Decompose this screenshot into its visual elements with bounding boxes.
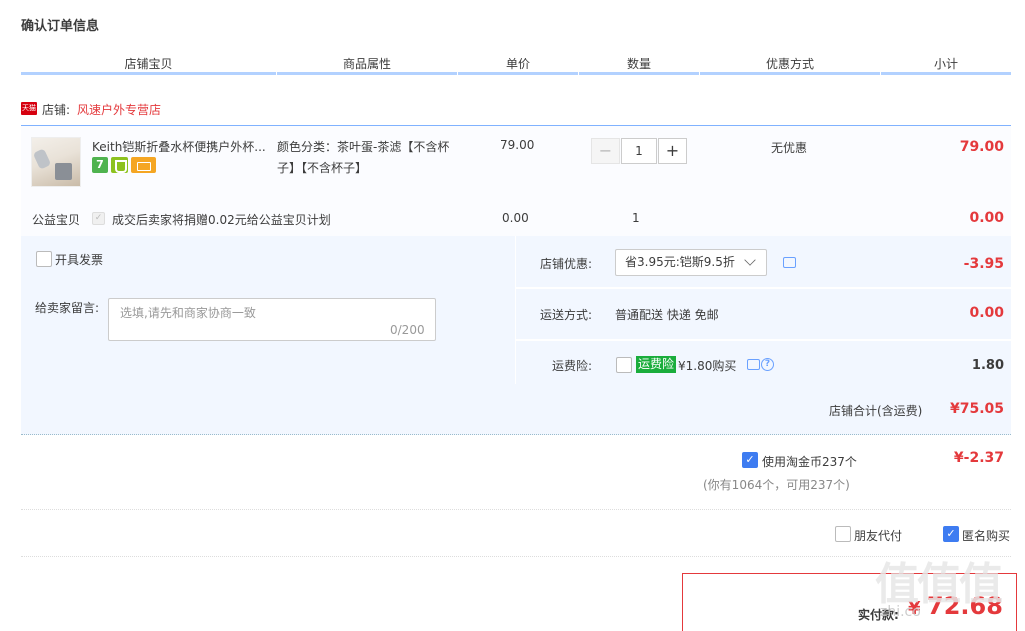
use-coins-checkbox[interactable]: ✓ — [742, 452, 758, 468]
invoice-checkbox[interactable] — [36, 251, 52, 267]
watermark-logo: 值值值 — [875, 559, 1003, 610]
insurance-label: 运费险: — [552, 359, 593, 373]
divider — [21, 556, 1011, 557]
charity-text: 成交后卖家将捐赠0.02元给公益宝贝计划 — [112, 213, 331, 227]
quantity-input[interactable]: 1 — [621, 138, 657, 164]
guarantee-shield-icon[interactable] — [111, 157, 128, 173]
column-header-discount: 优惠方式 — [765, 57, 814, 71]
insurance-amount: 1.80 — [971, 358, 1004, 373]
shop-total-label: 店铺合计(含运费) — [829, 404, 923, 418]
shop-total-amount: ¥75.05 — [949, 401, 1004, 417]
item-subtotal: 79.00 — [959, 139, 1004, 155]
use-coins-label: 使用淘金币237个 — [762, 455, 857, 469]
page-title: 确认订单信息 — [21, 19, 100, 34]
header-underline — [277, 72, 457, 75]
product-title-link[interactable]: Keith铠斯折叠水杯便携户外杯... — [92, 138, 266, 155]
help-icon[interactable]: ? — [761, 358, 774, 371]
message-label: 给卖家留言: — [35, 301, 100, 315]
invoice-label: 开具发票 — [55, 253, 104, 267]
shipping-amount: 0.00 — [969, 305, 1004, 321]
coins-availability: (你有1064个，可用237个) — [703, 478, 850, 492]
chat-bubble-icon[interactable] — [783, 257, 796, 268]
product-thumbnail-part — [55, 163, 72, 180]
header-underline — [579, 72, 699, 75]
shop-prefix-label: 店铺: — [42, 103, 71, 117]
insurance-checkbox[interactable] — [616, 357, 632, 373]
header-underline — [458, 72, 578, 75]
header-underline — [21, 72, 276, 75]
anonymous-purchase-label: 匿名购买 — [962, 529, 1011, 543]
shop-name-link[interactable]: 风速户外专营店 — [77, 101, 161, 118]
shop-discount-amount: -3.95 — [963, 256, 1004, 272]
coins-amount: ¥-2.37 — [953, 450, 1004, 466]
insurance-badge: 运费险 — [636, 356, 677, 373]
shop-discount-select[interactable]: 省3.95元:铠斯9.5折 — [615, 249, 767, 276]
column-header-unit-price: 单价 — [505, 57, 530, 71]
header-underline — [700, 72, 880, 75]
charity-subtotal: 0.00 — [969, 210, 1004, 226]
unit-price: 79.00 — [500, 138, 535, 152]
insurance-price: ¥1.80购买 — [678, 359, 737, 373]
charity-price: 0.00 — [502, 211, 529, 225]
column-header-quantity: 数量 — [626, 57, 651, 71]
shipping-label: 运送方式: — [540, 308, 593, 322]
product-attribute-line-1: 颜色分类：茶叶蛋-茶滤【不含杯 — [277, 140, 450, 154]
seller-message-placeholder: 选填,请先和商家协商一致 — [120, 306, 256, 320]
charity-quantity: 1 — [632, 211, 640, 225]
charity-checkbox: ✓ — [92, 212, 105, 225]
discount-method: 无优惠 — [771, 141, 808, 155]
seven-day-return-icon[interactable]: 7 — [92, 157, 108, 173]
shipping-method: 普通配送 快递 免邮 — [615, 308, 719, 322]
watermark-url: zhi.co — [880, 604, 921, 620]
header-underline — [881, 72, 1011, 75]
divider — [21, 509, 1011, 510]
message-char-count: 0/200 — [390, 323, 425, 337]
quantity-decrease-button[interactable]: − — [591, 138, 620, 164]
anonymous-purchase-checkbox[interactable]: ✓ — [943, 526, 959, 542]
friend-pay-label: 朋友代付 — [854, 529, 903, 543]
quantity-increase-button[interactable]: + — [658, 138, 687, 164]
credit-card-icon[interactable] — [131, 157, 156, 173]
shop-discount-label: 店铺优惠: — [540, 257, 593, 271]
product-attribute-line-2: 子】【不含杯子】 — [277, 161, 368, 175]
charity-label: 公益宝贝 — [32, 213, 81, 227]
chat-bubble-icon[interactable] — [747, 359, 760, 370]
friend-pay-checkbox[interactable] — [835, 526, 851, 542]
column-header-shop-item: 店铺宝贝 — [124, 57, 173, 71]
tmall-icon: 天猫 — [21, 102, 37, 115]
column-header-attributes: 商品属性 — [342, 57, 391, 71]
column-header-subtotal: 小计 — [933, 57, 958, 71]
